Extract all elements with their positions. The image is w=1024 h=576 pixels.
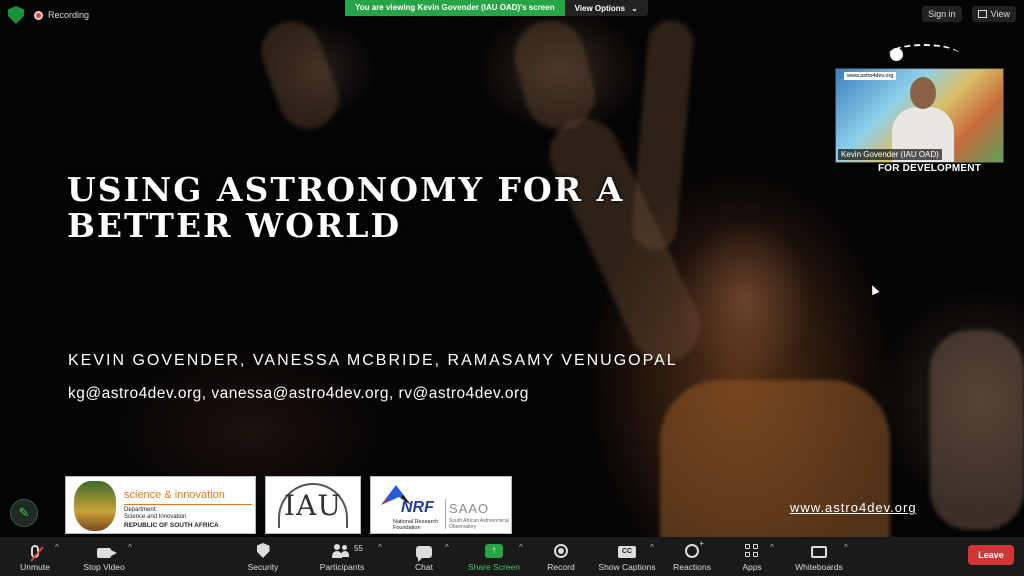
sa-logo-title: science & innovation: [124, 489, 225, 501]
sa-science-innovation-logo: science & innovation Department: Science…: [65, 476, 256, 534]
sign-in-label: Sign in: [928, 9, 956, 19]
background-hand: [252, 13, 348, 137]
slide-title-line2: BETTER WORLD: [67, 206, 402, 245]
security-button[interactable]: Security: [228, 540, 298, 572]
saao-logo-subtext: South African Astronomical Observatory: [449, 518, 509, 530]
background-person: [930, 330, 1024, 530]
slide-emails: kg@astro4dev.org, vanessa@astro4dev.org,…: [68, 385, 529, 402]
chevron-down-icon: ⌄: [631, 3, 638, 13]
shield-icon: [256, 543, 270, 558]
sa-logo-line2: Science and Innovation: [124, 514, 187, 520]
apps-grid-icon: [745, 544, 759, 558]
leave-label: Leave: [978, 550, 1004, 560]
video-options-caret[interactable]: ^: [128, 543, 132, 552]
participants-count: 55: [354, 544, 363, 553]
sa-coat-of-arms-icon: [74, 481, 116, 531]
leave-button[interactable]: Leave: [968, 545, 1014, 565]
slide-authors: KEVIN GOVENDER, VANESSA MCBRIDE, RAMASAM…: [68, 352, 678, 369]
apps-label: Apps: [742, 562, 762, 572]
slide-title-line1: USING ASTRONOMY FOR A: [67, 170, 625, 209]
chat-options-caret[interactable]: ^: [445, 543, 449, 552]
thumbnail-overlay-url: www.astro4dev.org: [844, 72, 897, 80]
nrf-logo-text: NRF: [401, 499, 434, 516]
sa-logo-line3: REPUBLIC OF SOUTH AFRICA: [124, 522, 219, 529]
security-shield-icon[interactable]: [8, 6, 24, 24]
sa-logo-line1: Department:: [124, 507, 158, 513]
stop-video-label: Stop Video: [83, 562, 125, 572]
viewing-banner: You are viewing Kevin Govender (IAU OAD)…: [345, 0, 648, 16]
record-label: Record: [547, 562, 575, 572]
iau-logo-text: IAU: [284, 489, 342, 522]
whiteboards-options-caret[interactable]: ^: [844, 543, 848, 552]
top-left-status: Recording: [8, 6, 89, 24]
apps-options-caret[interactable]: ^: [770, 543, 774, 552]
record-icon: [554, 544, 568, 558]
nrf-logo-subtext: National Research Foundation: [393, 519, 439, 531]
saao-divider: [445, 499, 446, 529]
annotate-pen-icon[interactable]: ✎: [10, 499, 38, 527]
viewing-banner-text: You are viewing Kevin Govender (IAU OAD)…: [345, 0, 565, 16]
iau-logo: IAU: [265, 476, 361, 534]
view-button[interactable]: View: [971, 6, 1016, 22]
share-screen-label: Share Screen: [468, 562, 520, 572]
show-captions-label: Show Captions: [598, 562, 656, 572]
participants-label: Participants: [319, 562, 365, 572]
slide-title: USING ASTRONOMY FOR A BETTER WORLD: [67, 172, 624, 244]
security-label: Security: [247, 562, 279, 572]
background-jacket: [660, 380, 890, 540]
apps-button[interactable]: Apps: [717, 540, 787, 572]
reactions-label: Reactions: [673, 562, 711, 572]
nrf-saao-logo: NRF National Research Foundation SAAO So…: [370, 476, 512, 534]
top-right-controls: Sign in View: [922, 6, 1016, 22]
unmute-label: Unmute: [20, 562, 50, 572]
for-development-text: FOR DEVELOPMENT: [878, 163, 982, 174]
record-button[interactable]: Record: [526, 540, 596, 572]
audio-options-caret[interactable]: ^: [55, 543, 59, 552]
speaker-video-thumbnail[interactable]: www.astro4dev.org Kevin Govender (IAU OA…: [835, 68, 1004, 163]
microphone-muted-icon: [30, 545, 44, 562]
background-arm: [630, 18, 695, 252]
chat-bubble-icon: [416, 546, 432, 562]
view-options-label: View Options: [574, 3, 626, 13]
whiteboard-icon: [811, 546, 827, 558]
video-camera-icon: [97, 548, 117, 558]
meeting-toolbar: Unmute ^ Stop Video ^ Security 55 Partic…: [0, 537, 1024, 576]
sa-logo-divider: [124, 504, 252, 505]
record-dot-icon: [34, 10, 43, 20]
view-label: View: [990, 9, 1010, 19]
astro4dev-planet-icon: [890, 48, 903, 61]
recording-indicator: Recording: [34, 10, 89, 20]
share-options-caret[interactable]: ^: [519, 543, 523, 552]
saao-logo-text: SAAO: [449, 501, 490, 516]
whiteboards-label: Whiteboards: [795, 562, 843, 572]
slide-website: www.astro4dev.org: [790, 500, 917, 515]
participants-button[interactable]: 55 Participants: [307, 540, 377, 572]
participants-icon: 55: [332, 544, 363, 558]
unmute-button[interactable]: Unmute: [0, 540, 70, 572]
participant-name-label: Kevin Govender (IAU OAD): [838, 149, 942, 160]
recording-label: Recording: [48, 10, 90, 20]
view-layout-icon: [977, 10, 987, 18]
sign-in-button[interactable]: Sign in: [922, 6, 962, 22]
smiley-icon: [685, 539, 704, 558]
share-screen-icon: ↑: [485, 544, 503, 558]
speaker-head: [910, 77, 936, 109]
view-options-button[interactable]: View Options ⌄: [564, 0, 648, 16]
chat-label: Chat: [415, 562, 433, 572]
closed-captions-icon: CC: [618, 546, 636, 558]
participants-options-caret[interactable]: ^: [378, 543, 382, 552]
captions-options-caret[interactable]: ^: [650, 543, 654, 552]
